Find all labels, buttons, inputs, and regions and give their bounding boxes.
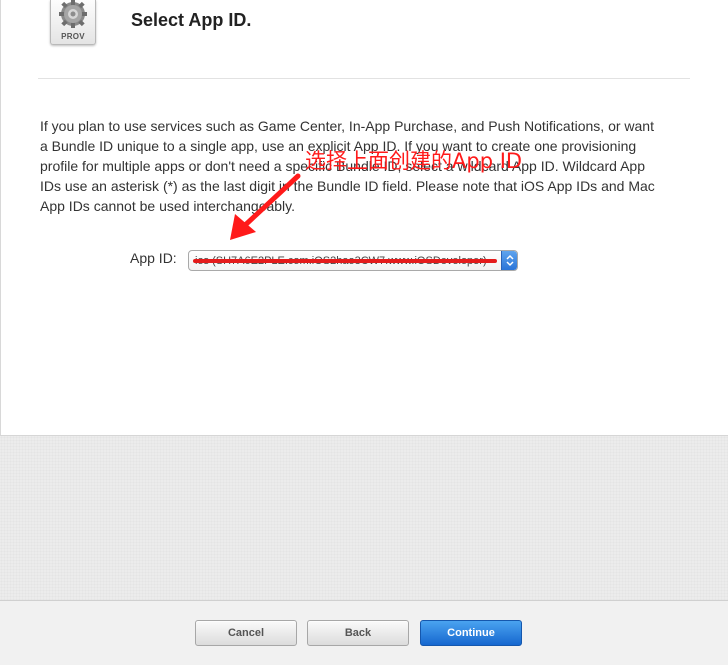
content-background [0, 435, 728, 600]
prov-badge: PROV [50, 0, 96, 45]
continue-button[interactable]: Continue [420, 620, 522, 646]
redaction-mark [193, 259, 497, 263]
cancel-button[interactable]: Cancel [195, 620, 297, 646]
annotation-text: 选择上面创建的App ID [305, 149, 523, 173]
header-divider [38, 78, 690, 79]
prov-label: PROV [61, 32, 85, 41]
app-id-label: App ID: [130, 250, 177, 266]
gear-icon [59, 0, 87, 28]
back-button[interactable]: Back [307, 620, 409, 646]
stepper-icon[interactable] [501, 251, 517, 270]
page-title: Select App ID. [131, 10, 252, 30]
annotation-arrow-icon [230, 173, 301, 240]
app-id-select[interactable]: ios (SH7A6E2PLE.com.iOS2hao3CW7.www.iOSD… [188, 250, 518, 271]
